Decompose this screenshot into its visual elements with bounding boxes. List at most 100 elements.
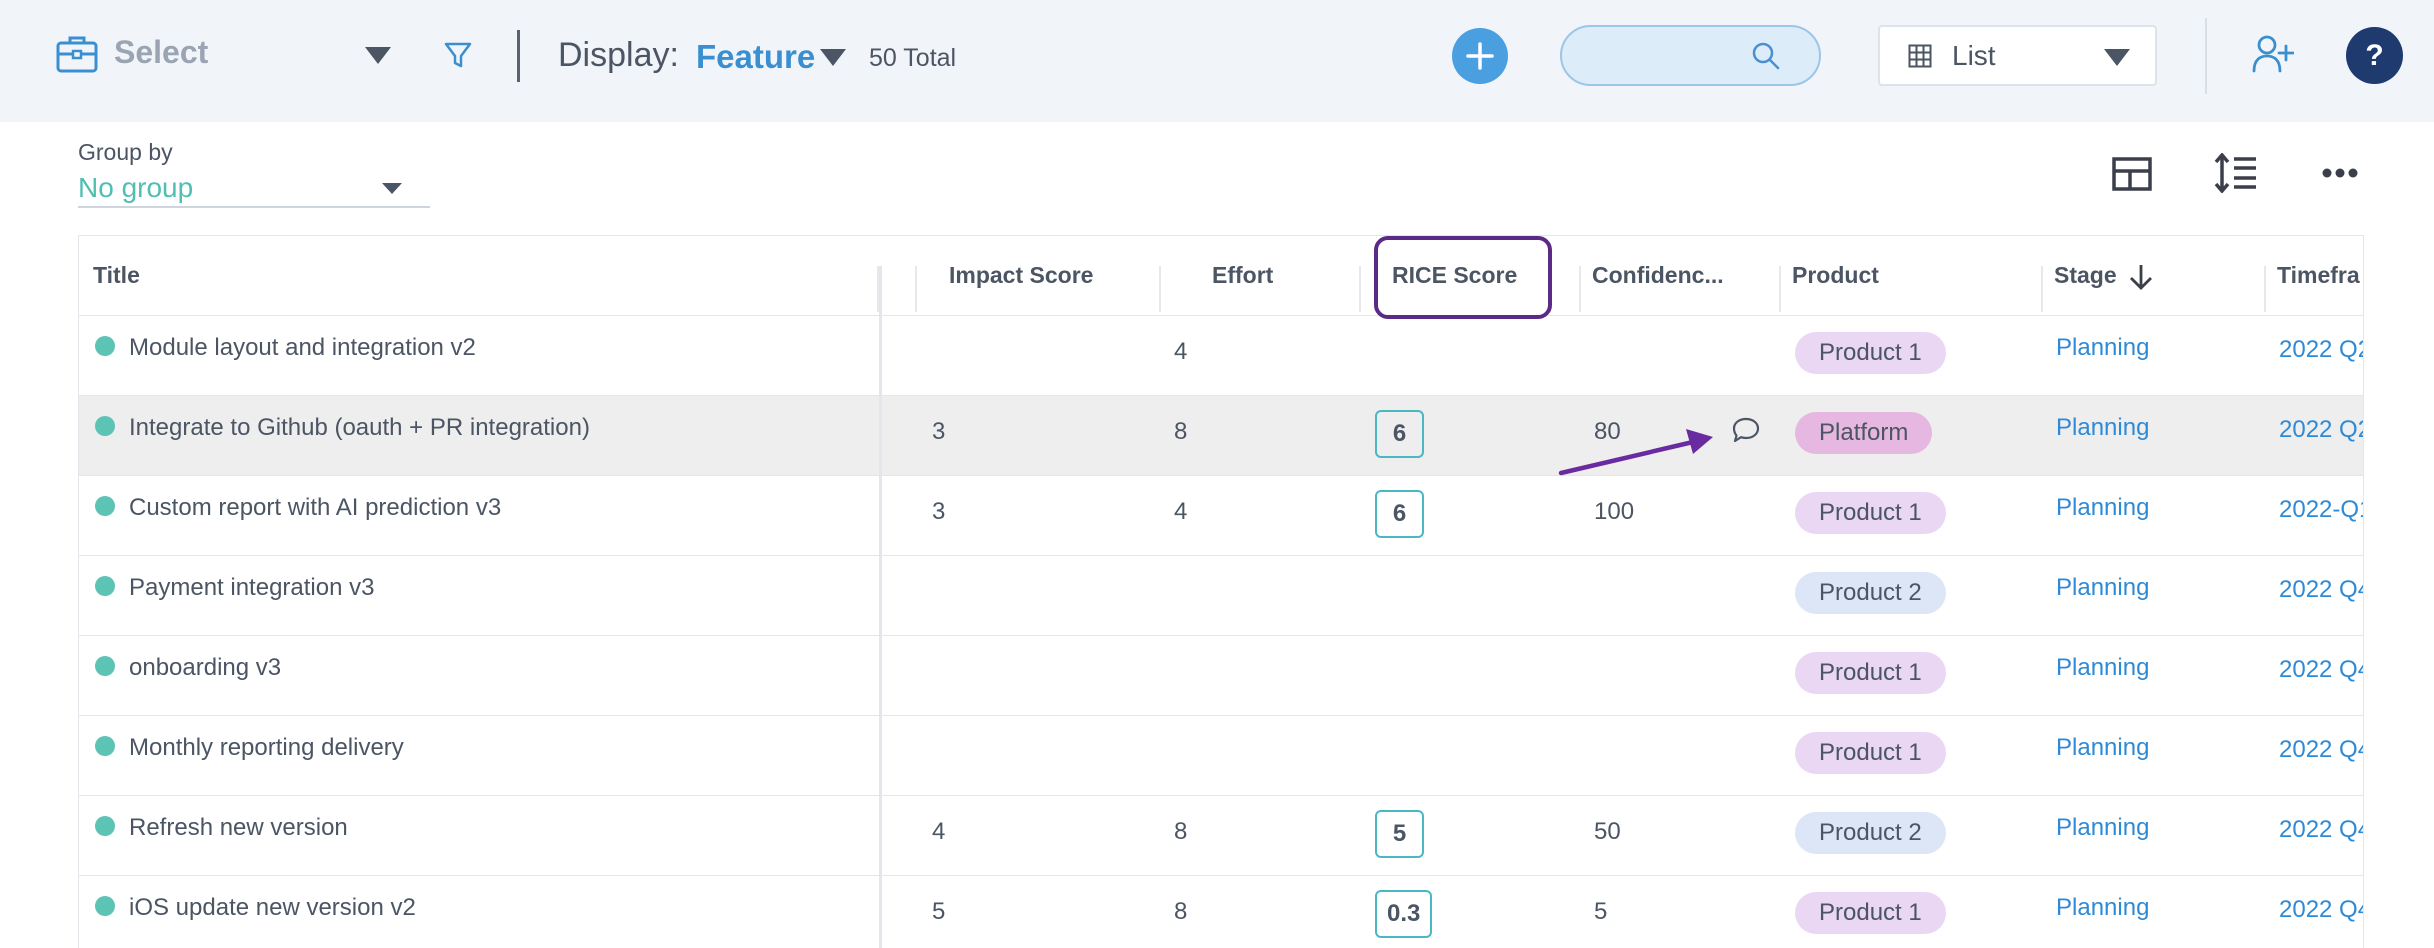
filter-icon[interactable]: [443, 40, 473, 70]
search-icon[interactable]: [1751, 41, 1781, 71]
confidence-cell: 100: [1594, 498, 1635, 525]
row-height-icon[interactable]: [2214, 153, 2258, 193]
effort-cell: 4: [1174, 338, 1188, 365]
column-divider: [1579, 266, 1581, 312]
row-title[interactable]: Custom report with AI prediction v3: [129, 494, 501, 522]
product-badge[interactable]: Product 1: [1795, 492, 1946, 534]
column-header-effort[interactable]: Effort: [1212, 262, 1273, 289]
row-title[interactable]: Monthly reporting delivery: [129, 734, 404, 762]
column-header-confidence[interactable]: Confidenc...: [1592, 262, 1724, 289]
status-dot: [95, 496, 115, 516]
impact-score-cell: 4: [932, 818, 946, 845]
rice-score-badge: 6: [1375, 490, 1424, 538]
timeframe-cell[interactable]: 2022 Q2: [2279, 336, 2363, 364]
table-row[interactable]: Integrate to Github (oauth + PR integrat…: [79, 396, 2363, 476]
row-title[interactable]: Integrate to Github (oauth + PR integrat…: [129, 414, 590, 442]
search-input[interactable]: [1560, 25, 1821, 86]
group-by-label: Group by: [78, 139, 173, 165]
effort-cell: 8: [1174, 818, 1188, 845]
table-row[interactable]: Payment integration v3 Product 2 Plannin…: [79, 556, 2363, 636]
feature-table: Title Impact Score Effort RICE Score Con…: [78, 235, 2364, 948]
timeframe-cell[interactable]: 2022 Q4: [2279, 656, 2363, 684]
chevron-down-icon: [2104, 49, 2130, 66]
table-row[interactable]: Refresh new version 4 8 5 50 Product 2 P…: [79, 796, 2363, 876]
column-header-title[interactable]: Title: [93, 262, 140, 289]
timeframe-cell[interactable]: 2022 Q4: [2279, 896, 2363, 924]
column-divider: [915, 266, 917, 312]
briefcase-icon[interactable]: [55, 32, 99, 76]
display-type-selector[interactable]: Feature: [696, 38, 815, 76]
plus-icon: [1466, 42, 1494, 70]
row-title[interactable]: Module layout and integration v2: [129, 334, 476, 362]
table-row[interactable]: Custom report with AI prediction v3 3 4 …: [79, 476, 2363, 556]
product-badge[interactable]: Product 2: [1795, 812, 1946, 854]
product-badge[interactable]: Product 1: [1795, 652, 1946, 694]
timeframe-cell[interactable]: 2022 Q4: [2279, 816, 2363, 844]
row-title[interactable]: Refresh new version: [129, 814, 348, 842]
column-divider: [1359, 266, 1361, 312]
column-divider: [1159, 266, 1161, 312]
timeframe-cell[interactable]: 2022 Q4: [2279, 576, 2363, 604]
table-row[interactable]: iOS update new version v2 5 8 0.3 5 Prod…: [79, 876, 2363, 948]
chevron-down-icon[interactable]: [365, 47, 391, 64]
impact-score-cell: 3: [932, 498, 946, 525]
product-badge[interactable]: Product 1: [1795, 732, 1946, 774]
view-select[interactable]: List: [1878, 25, 2157, 86]
stage-cell[interactable]: Planning: [2056, 654, 2149, 682]
column-header-impact-score[interactable]: Impact Score: [949, 262, 1093, 289]
help-button[interactable]: ?: [2346, 27, 2403, 84]
add-button[interactable]: [1452, 28, 1508, 84]
add-user-icon[interactable]: [2252, 34, 2294, 74]
column-header-timeframe[interactable]: Timefra: [2277, 262, 2360, 289]
table-row[interactable]: Module layout and integration v2 4 Produ…: [79, 316, 2363, 396]
total-count: 50 Total: [869, 44, 957, 72]
product-badge[interactable]: Product 2: [1795, 572, 1946, 614]
comment-icon[interactable]: [1731, 416, 1761, 444]
stage-cell[interactable]: Planning: [2056, 334, 2149, 362]
sort-descending-icon[interactable]: [2128, 263, 2154, 291]
stage-cell[interactable]: Planning: [2056, 414, 2149, 442]
rice-score-badge: 5: [1375, 810, 1424, 858]
title-column-divider[interactable]: [879, 266, 882, 948]
toolbar-divider: [517, 30, 520, 82]
layout-icon[interactable]: [2112, 157, 2152, 191]
group-by-underline: [78, 206, 430, 208]
product-badge[interactable]: Product 1: [1795, 332, 1946, 374]
table-row[interactable]: Monthly reporting delivery Product 1 Pla…: [79, 716, 2363, 796]
confidence-cell: 50: [1594, 818, 1621, 845]
select-dropdown-label[interactable]: Select: [114, 34, 208, 71]
column-divider: [2041, 266, 2043, 312]
table-row[interactable]: onboarding v3 Product 1 Planning 2022 Q4: [79, 636, 2363, 716]
row-title[interactable]: iOS update new version v2: [129, 894, 416, 922]
chevron-down-icon[interactable]: [820, 49, 846, 66]
annotation-arrow-icon: [1558, 429, 1713, 476]
stage-cell[interactable]: Planning: [2056, 494, 2149, 522]
row-title[interactable]: Payment integration v3: [129, 574, 374, 602]
more-options-icon[interactable]: [2322, 166, 2358, 180]
column-header-product[interactable]: Product: [1792, 262, 1879, 289]
timeframe-cell[interactable]: 2022 Q2: [2279, 416, 2363, 444]
effort-cell: 4: [1174, 498, 1188, 525]
impact-score-cell: 5: [932, 898, 946, 925]
status-dot: [95, 736, 115, 756]
column-divider: [1779, 266, 1781, 312]
group-by-select[interactable]: No group: [78, 172, 193, 204]
view-select-label: List: [1952, 40, 1996, 71]
table-grid-icon: [1908, 44, 1932, 68]
row-title[interactable]: onboarding v3: [129, 654, 281, 682]
timeframe-cell[interactable]: 2022-Q1: [2279, 496, 2363, 524]
timeframe-cell[interactable]: 2022 Q4: [2279, 736, 2363, 764]
toolbar-divider: [2205, 18, 2207, 94]
stage-cell[interactable]: Planning: [2056, 894, 2149, 922]
stage-cell[interactable]: Planning: [2056, 574, 2149, 602]
stage-cell[interactable]: Planning: [2056, 734, 2149, 762]
impact-score-cell: 3: [932, 418, 946, 445]
product-badge[interactable]: Product 1: [1795, 892, 1946, 934]
table-header: Title Impact Score Effort RICE Score Con…: [79, 236, 2363, 316]
display-label: Display:: [558, 36, 679, 74]
product-badge[interactable]: Platform: [1795, 412, 1933, 454]
column-divider: [2264, 266, 2266, 312]
chevron-down-icon[interactable]: [382, 183, 402, 194]
stage-cell[interactable]: Planning: [2056, 814, 2149, 842]
column-header-stage[interactable]: Stage: [2054, 262, 2117, 289]
